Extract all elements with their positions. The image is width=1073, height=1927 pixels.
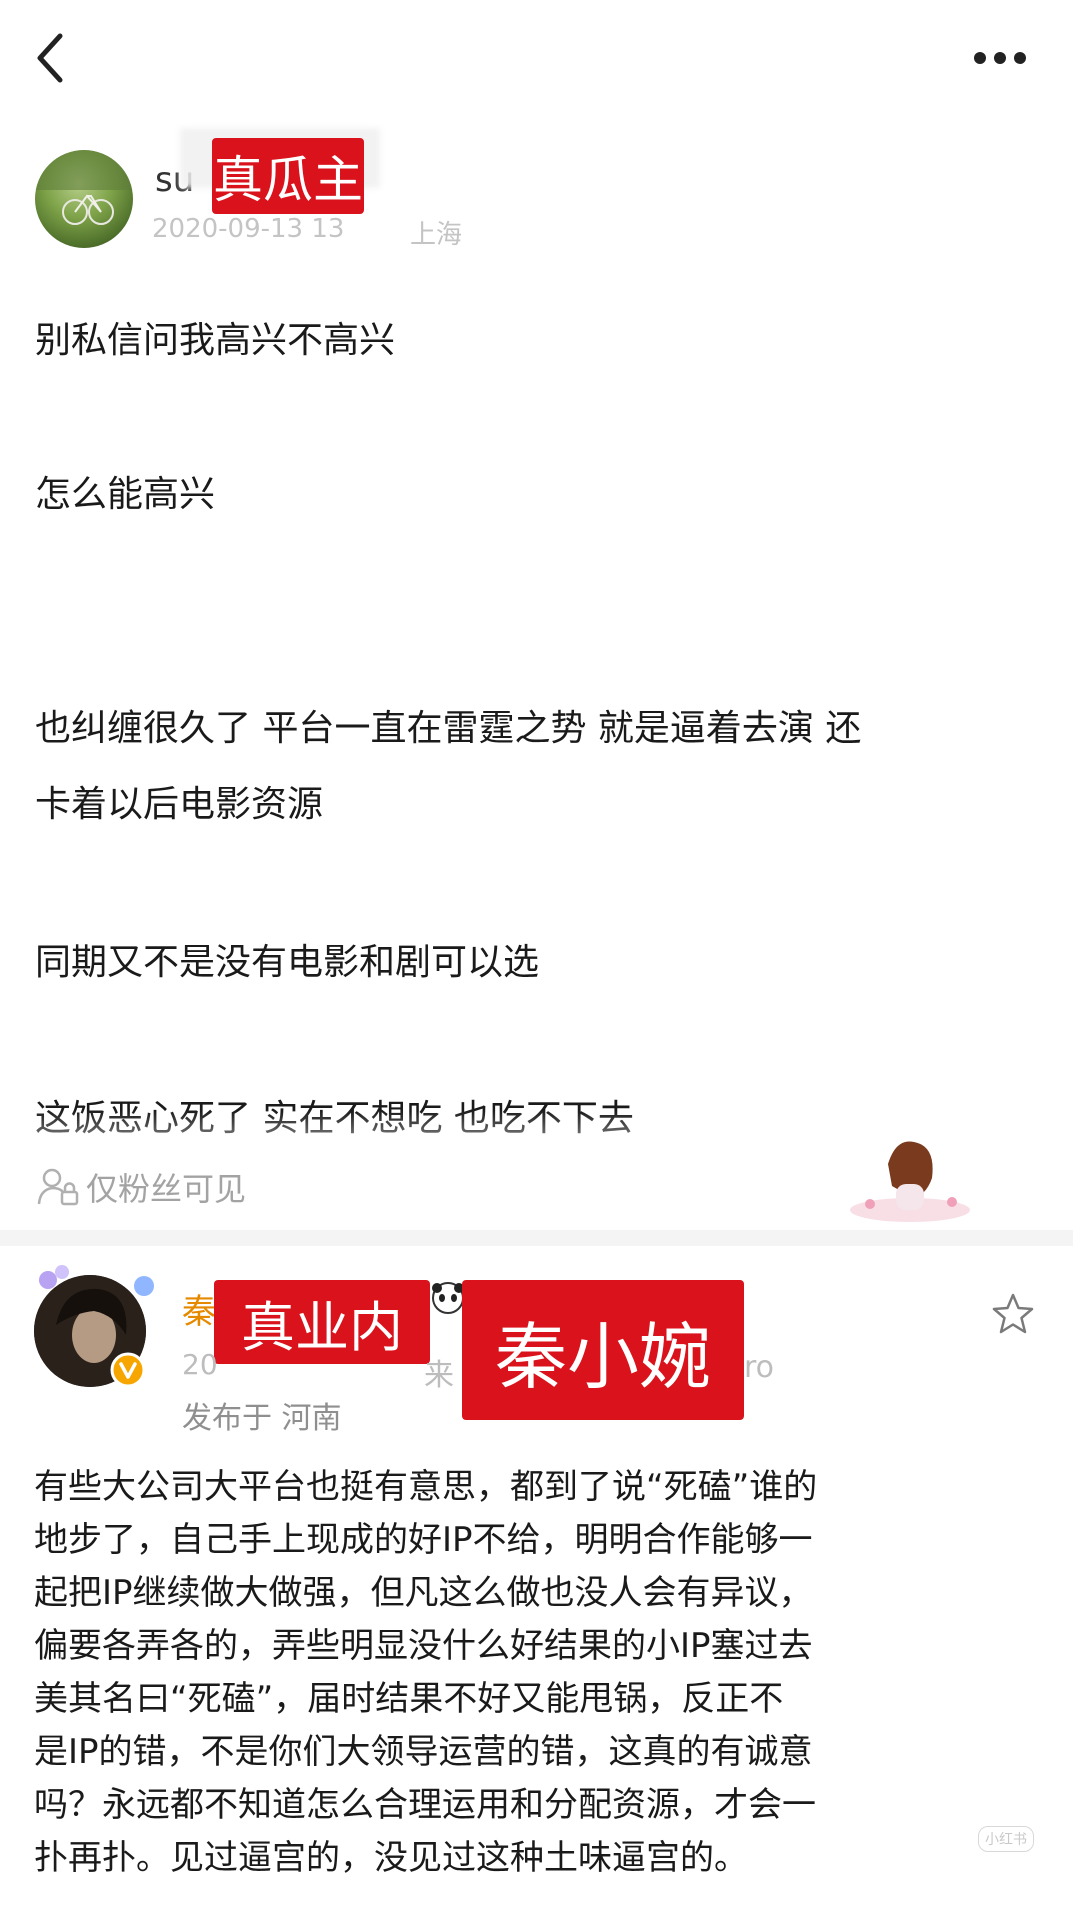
label-real-insider: 真瓜主 [212,138,364,214]
comment-line: 偏要各弄各的，弄些明显没什么好结果的小IP塞过去 [34,1626,813,1666]
favorite-button[interactable] [990,1292,1036,1336]
post-meta-time: 2020-09-13 13 [152,214,345,244]
comment-line: 有些大公司大平台也挺有意思，都到了说“死磕”谁的 [34,1467,818,1507]
comment-line: 是IP的错，不是你们大领导运营的错，这真的有诚意 [34,1732,813,1772]
avatar[interactable] [35,150,133,248]
post-paragraph: 卡着以后电影资源 [35,784,324,825]
more-horizontal-icon [974,52,1026,64]
verified-badge [110,1352,146,1388]
comment-line: 地步了，自己手上现成的好IP不给，明明合作能够一 [34,1520,813,1560]
username-partial: 秦 [182,1292,216,1332]
post-paragraph: 同期又不是没有电影和剧可以选 [35,942,540,983]
verified-v-icon [110,1352,146,1388]
chevron-left-icon [37,33,63,83]
star-outline-icon [992,1293,1034,1334]
comment-line: 起把IP继续做大做强，但凡这么做也没人会有异议， [34,1573,813,1613]
bicycle-photo [35,150,133,225]
post-meta-source: 来 [424,1358,454,1393]
avatar-frame-decoration [28,1262,158,1302]
post-meta-time: 20 [182,1348,218,1381]
post-paragraph: 怎么能高兴 [35,474,216,515]
label-real-insider: 真业内 [214,1280,430,1364]
post-meta-location: 上海 [410,220,463,250]
post-paragraph: 也纠缠很久了 平台一直在雷霆之势 就是逼着去演 还 [35,708,862,749]
section-divider [0,1230,1073,1246]
sticker-decoration [840,1130,980,1230]
visibility-icon [36,1166,80,1208]
comment-line: 扑再扑。见过逼宫的，没见过这种土味逼宫的。 [34,1838,748,1878]
comment-line: 美其名曰“死磕”，届时结果不好又能甩锅，反正不 [34,1679,784,1719]
panda-icon [430,1280,466,1316]
more-button[interactable] [972,48,1028,68]
post-location: 发布于 河南 [182,1401,342,1436]
comment-line: 吗？永远都不知道怎么合理运用和分配资源，才会一 [34,1785,816,1825]
lock-person-icon [37,1168,79,1206]
visibility-label: 仅粉丝可见 [86,1170,247,1208]
post-meta-device: ro [744,1350,775,1385]
label-author-name: 秦小婉 [462,1280,744,1420]
post-paragraph: 别私信问我高兴不高兴 [35,320,396,361]
back-button[interactable] [30,30,70,86]
watermark: 小红书 [978,1826,1034,1852]
